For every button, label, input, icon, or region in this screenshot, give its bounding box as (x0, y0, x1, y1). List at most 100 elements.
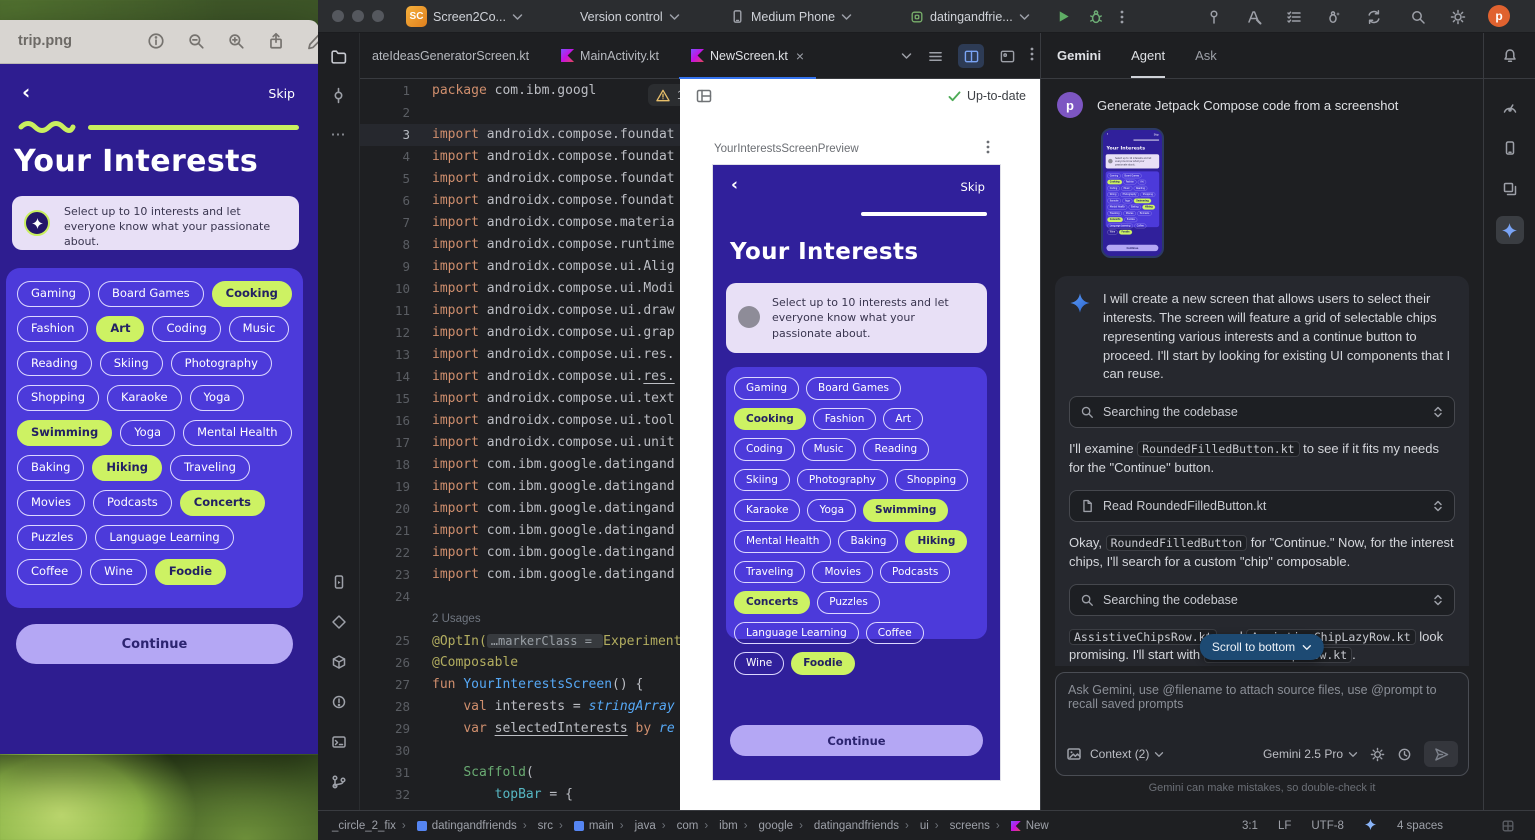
resource-manager-tool-button[interactable] (1496, 175, 1524, 203)
interest-chip[interactable]: Shopping (895, 469, 968, 492)
design-view-button[interactable] (994, 44, 1020, 68)
share-icon[interactable] (267, 32, 285, 50)
interest-chip[interactable]: Baking (838, 530, 898, 553)
interest-chip[interactable]: Yoga (807, 499, 856, 522)
breadcrumb-item[interactable]: New (990, 820, 1049, 832)
settings-button[interactable] (1450, 0, 1466, 33)
breadcrumb-item[interactable]: main (553, 820, 614, 832)
editor-tab[interactable]: NewScreen.kt × (679, 33, 816, 78)
run-button[interactable] (1056, 0, 1071, 33)
profile-avatar[interactable]: p (1488, 5, 1510, 27)
more-actions-button[interactable] (1120, 0, 1124, 33)
breadcrumb-item[interactable]: _circle_2_fix (332, 820, 396, 832)
context-selector[interactable]: Context (2) (1090, 747, 1164, 761)
close-tab-icon[interactable]: × (796, 48, 804, 64)
preview-options-button[interactable] (986, 139, 990, 158)
interest-chip[interactable]: Wine (90, 559, 147, 585)
interest-chip[interactable]: Concerts (180, 490, 265, 516)
interest-chip[interactable]: Fashion (17, 316, 88, 342)
profiler-tool-button[interactable] (1496, 93, 1524, 121)
interest-chip[interactable]: Art (96, 316, 144, 342)
expand-step-icon[interactable] (1432, 593, 1444, 607)
zoom-out-icon[interactable] (187, 32, 205, 50)
step-searching-codebase[interactable]: Searching the codebase (1069, 396, 1455, 428)
scroll-to-bottom-button[interactable]: Scroll to bottom (1200, 634, 1324, 660)
breadcrumb-item[interactable]: ibm (698, 820, 737, 832)
interest-chip[interactable]: Hiking (92, 455, 162, 481)
split-view-button[interactable] (958, 44, 984, 68)
project-tool-button[interactable] (325, 42, 353, 70)
interest-chip[interactable]: Foodie (791, 652, 854, 675)
search-everywhere-button[interactable] (1410, 0, 1426, 33)
terminal-tool-button[interactable] (325, 728, 353, 756)
interest-chip[interactable]: Hiking (905, 530, 967, 553)
close-button[interactable] (332, 10, 344, 22)
problems-tool-button[interactable] (325, 688, 353, 716)
task-list-button[interactable] (1286, 0, 1302, 33)
interest-chip[interactable]: Podcasts (93, 490, 172, 516)
interest-chip[interactable]: Foodie (155, 559, 226, 585)
attach-image-icon[interactable] (1066, 746, 1082, 762)
running-devices-tool-button[interactable] (325, 568, 353, 596)
code-view-button[interactable] (922, 44, 948, 68)
interest-chip[interactable]: Cooking (734, 408, 806, 431)
tab-ask[interactable]: Ask (1195, 33, 1217, 78)
interest-chip[interactable]: Concerts (734, 591, 810, 614)
sync-project-button[interactable] (1366, 0, 1382, 33)
send-button[interactable] (1424, 741, 1458, 767)
interest-chip[interactable]: Baking (17, 455, 84, 481)
skip-button[interactable]: Skip (268, 86, 295, 101)
interest-chip[interactable]: Movies (17, 490, 85, 516)
editor-options-button[interactable] (1030, 46, 1034, 67)
interest-chip[interactable]: Traveling (734, 561, 805, 584)
breadcrumb-item[interactable]: com (656, 820, 699, 832)
app-inspection-tool-button[interactable] (325, 608, 353, 636)
interest-chip[interactable]: Board Games (98, 281, 204, 307)
gemini-tool-button[interactable] (1496, 216, 1524, 244)
file-encoding[interactable]: UTF-8 (1311, 820, 1344, 832)
vcs-widget[interactable]: Version control (580, 0, 680, 33)
tab-agent[interactable]: Agent (1131, 33, 1165, 78)
interest-chip[interactable]: Mental Health (183, 420, 291, 446)
minimize-button[interactable] (352, 10, 364, 22)
interest-chip[interactable]: Music (229, 316, 290, 342)
interest-chip[interactable]: Photography (797, 469, 888, 492)
step-read-file[interactable]: Read RoundedFilledButton.kt (1069, 490, 1455, 522)
editor-tab[interactable]: MainActivity.kt (549, 33, 679, 78)
indent-setting[interactable]: 4 spaces (1397, 820, 1443, 832)
interest-chip[interactable]: Coffee (866, 622, 924, 645)
back-button[interactable]: ‹ (731, 177, 738, 194)
breadcrumb-item[interactable]: java (614, 820, 656, 832)
gemini-settings-button[interactable] (1370, 747, 1385, 762)
version-control-tool-button[interactable] (325, 768, 353, 796)
interest-chip[interactable]: Reading (863, 438, 930, 461)
interest-chip[interactable]: Skiing (100, 351, 163, 377)
preview-layout-icon[interactable] (696, 88, 712, 104)
history-button[interactable] (1397, 747, 1412, 762)
interest-chip[interactable]: Language Learning (95, 525, 233, 551)
prompt-input[interactable] (1068, 683, 1456, 729)
interest-chip[interactable]: Yoga (120, 420, 175, 446)
interest-chip[interactable]: Reading (17, 351, 92, 377)
breadcrumb-item[interactable]: screens (929, 820, 990, 832)
back-button[interactable]: ‹ (22, 82, 30, 102)
breadcrumb-item[interactable]: google (738, 820, 793, 832)
run-configuration-selector[interactable]: datingandfrie... (910, 0, 1030, 33)
interest-chip[interactable]: Karaoke (734, 499, 800, 522)
expand-step-icon[interactable] (1432, 405, 1444, 419)
interest-chip[interactable]: Art (883, 408, 923, 431)
caret-position[interactable]: 3:1 (1242, 820, 1258, 832)
device-mirror-button[interactable] (1206, 0, 1222, 33)
interest-chip[interactable]: Coffee (17, 559, 82, 585)
interest-chip[interactable]: Gaming (17, 281, 90, 307)
screenshot-thumbnail[interactable]: ‹ Skip Your Interests Select up to 10 in… (1101, 128, 1164, 258)
interest-chip[interactable]: Coding (152, 316, 220, 342)
zoom-in-icon[interactable] (227, 32, 245, 50)
interest-chip[interactable]: Gaming (734, 377, 799, 400)
translate-button[interactable] (1246, 0, 1262, 33)
statusbar-corner-icon[interactable] (1501, 819, 1515, 833)
breadcrumb-item[interactable]: datingandfriends (396, 820, 517, 832)
breadcrumb-item[interactable]: datingandfriends (793, 820, 899, 832)
notifications-button[interactable] (1496, 42, 1524, 70)
debug-button[interactable] (1088, 0, 1104, 33)
